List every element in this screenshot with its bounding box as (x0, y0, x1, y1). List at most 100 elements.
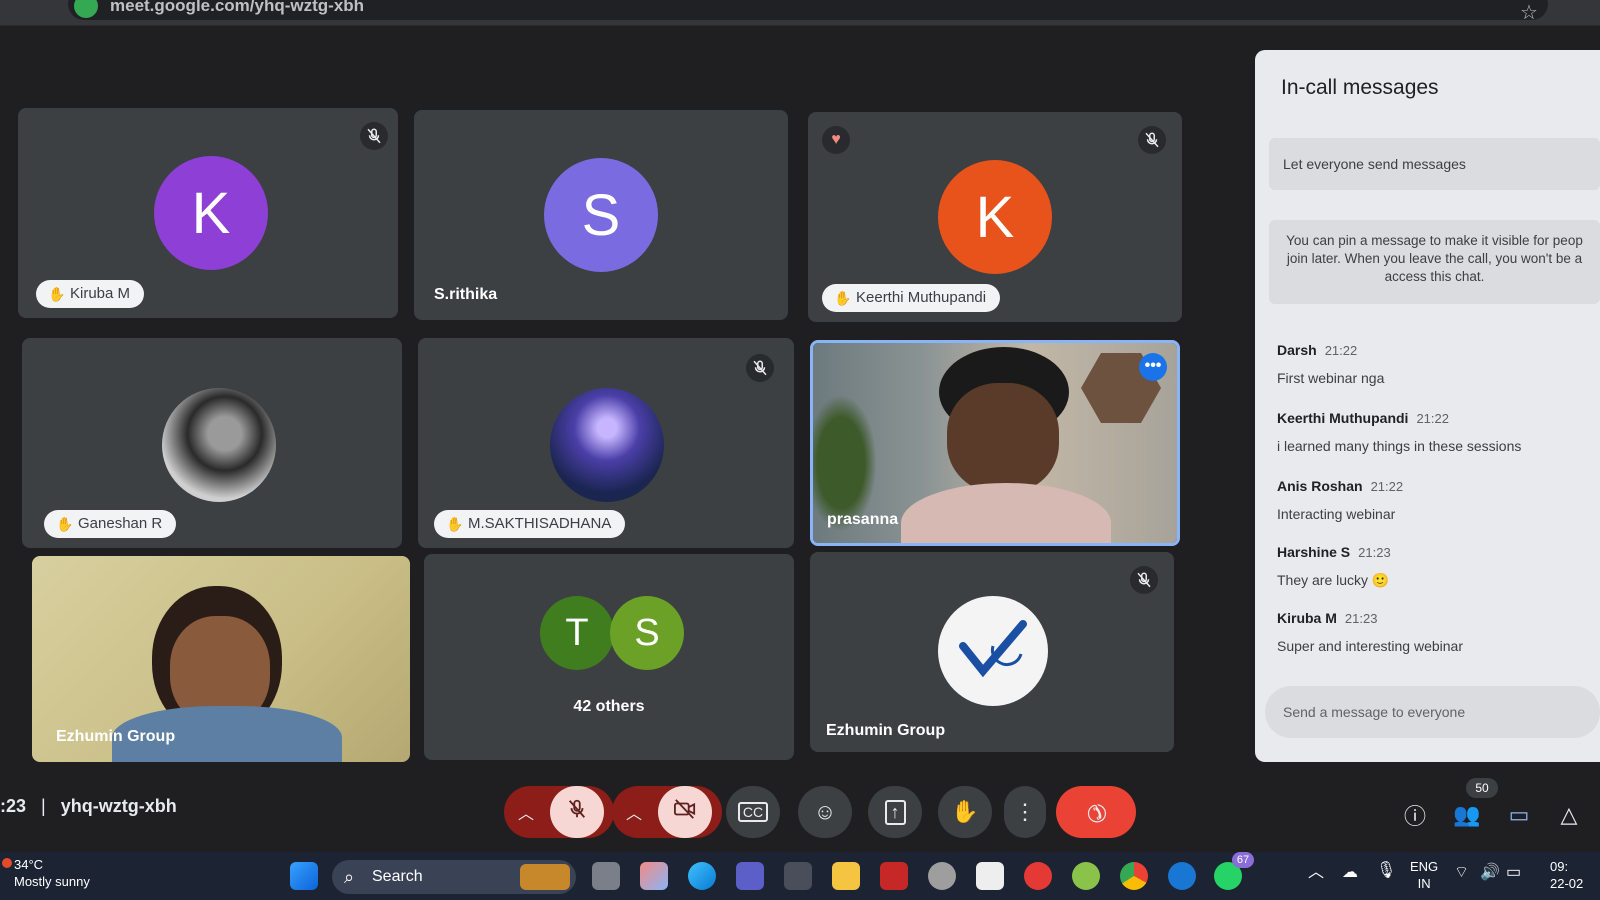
microsoft-store-icon[interactable] (784, 862, 812, 890)
message-sender: Darsh (1277, 342, 1317, 358)
raised-hand-icon: ✋ (834, 290, 852, 306)
teams-icon[interactable] (736, 862, 764, 890)
avatar: S (610, 596, 684, 670)
meeting-info-icon[interactable]: ⓘ (1400, 800, 1430, 830)
closed-captions-icon: CC (737, 802, 769, 822)
participant-tile-srithika[interactable]: S S.rithika (414, 110, 788, 320)
battery-icon[interactable]: ▭ (1506, 864, 1521, 881)
region-code: IN (1417, 876, 1431, 891)
raise-hand-button[interactable]: ✋ (938, 786, 992, 838)
message-sender: Keerthi Muthupandi (1277, 410, 1409, 426)
database-icon[interactable] (928, 862, 956, 890)
participant-tile-sakthisadhana[interactable]: ✋ M.SAKTHISADHANA (418, 338, 794, 548)
participant-name: M.SAKTHISADHANA (468, 515, 612, 532)
mic-off-icon (566, 798, 588, 826)
mic-off-icon (746, 354, 774, 382)
system-clock[interactable]: 09: 22-02 (1550, 858, 1583, 892)
captions-button[interactable]: CC (726, 786, 780, 838)
activities-icon[interactable]: △ (1554, 800, 1584, 830)
onedrive-icon[interactable]: ☁ (1342, 864, 1358, 881)
remote-desktop-icon[interactable] (976, 862, 1004, 890)
mic-off-icon (360, 122, 388, 150)
windows-start-icon[interactable] (290, 862, 318, 890)
weather-alert-badge (2, 858, 12, 868)
raise-hand-icon: ✋ (951, 799, 979, 824)
mic-off-icon (1138, 126, 1166, 154)
language-code: ENG (1410, 859, 1439, 874)
chat-message: Kiruba M 21:23 Super and interesting webi… (1277, 610, 1597, 654)
search-label: Search (372, 868, 423, 885)
wps-office-icon[interactable] (1024, 862, 1052, 890)
url-text[interactable]: meet.google.com/yhq-wztg-xbh (110, 0, 364, 16)
raised-hand-icon: ✋ (446, 516, 464, 532)
participant-tile-ezhumin-logo[interactable]: Ezhumin Group (810, 552, 1174, 752)
taskbar-search[interactable]: ⌕ Search (332, 860, 576, 894)
separator: | (41, 796, 46, 816)
app-icon[interactable] (1168, 862, 1196, 890)
profile-photo (550, 388, 664, 502)
present-screen-button[interactable]: ↑ (868, 786, 922, 838)
file-explorer-icon[interactable] (832, 862, 860, 890)
chat-message-input[interactable]: Send a message to everyone (1265, 686, 1600, 738)
people-icon[interactable]: 👥 (1452, 800, 1482, 830)
volume-icon[interactable]: 🔊 (1480, 864, 1500, 881)
message-text: Super and interesting webinar (1277, 638, 1464, 654)
avatar: T (540, 596, 614, 670)
more-horizontal-icon[interactable]: ••• (1139, 353, 1167, 381)
participant-tile-others[interactable]: T S 42 others (424, 554, 794, 760)
avatar: K (154, 156, 268, 270)
more-options-button[interactable]: ⋮ (1004, 786, 1046, 838)
task-view-icon[interactable] (592, 862, 620, 890)
message-sender: Harshine S (1277, 544, 1351, 560)
participant-name: S.rithika (434, 286, 498, 303)
end-call-icon: ✆ (1079, 795, 1113, 829)
participant-tile-ezhumin-camera[interactable]: Ezhumin Group (32, 556, 410, 762)
message-sender: Kiruba M (1277, 610, 1337, 626)
participant-tile-keerthi[interactable]: ♥ K ✋ Keerthi Muthupandi (808, 112, 1182, 322)
name-pill: ✋ M.SAKTHISADHANA (434, 510, 626, 538)
leave-call-button[interactable]: ✆ (1056, 786, 1136, 838)
others-count: 42 others (573, 698, 645, 715)
chat-icon[interactable]: ▭ (1504, 800, 1534, 830)
meeting-code: yhq-wztg-xbh (60, 796, 177, 816)
chat-title: In-call messages (1281, 76, 1439, 99)
name-pill: ✋ Ganeshan R (44, 510, 177, 538)
wifi-icon[interactable]: ⌔ (1454, 864, 1469, 881)
name-pill: ✋ Kiruba M (36, 280, 145, 308)
avatar: S (544, 158, 658, 272)
message-text: Interacting webinar (1277, 506, 1396, 522)
ezhumin-logo (938, 596, 1048, 706)
chrome-icon[interactable] (1120, 862, 1148, 890)
call-time: :23 (0, 796, 27, 816)
participant-name: Ganeshan R (78, 515, 163, 532)
clock-time: 09: (1550, 859, 1569, 874)
weather-widget[interactable]: 34°C Mostly sunny (2, 856, 90, 890)
browser-toolbar: meet.google.com/yhq-wztg-xbh ☆ (0, 0, 1600, 26)
antivirus-icon[interactable] (880, 862, 908, 890)
microphone-icon[interactable]: 🎙 (1376, 862, 1396, 879)
meeting-controls-bar: :23 | yhq-wztg-xbh ︿ ︿ CC ☺ ↑ ✋ ⋮ ✆ ⓘ 50… (0, 776, 1600, 852)
emoji-icon: ☺ (813, 799, 837, 824)
microphone-toggle-button[interactable] (550, 786, 604, 838)
participant-tile-prasanna[interactable]: ••• prasanna (810, 340, 1180, 546)
torrent-icon[interactable] (1072, 862, 1100, 890)
weather-condition: Mostly sunny (14, 874, 90, 889)
participant-name: Ezhumin Group (56, 728, 176, 745)
copilot-icon[interactable] (640, 862, 668, 890)
participant-tile-kiruba[interactable]: K ✋ Kiruba M (18, 108, 398, 318)
let-everyone-send-toggle[interactable]: Let everyone send messages (1269, 138, 1600, 190)
reactions-button[interactable]: ☺ (798, 786, 852, 838)
input-language[interactable]: ENG IN (1410, 858, 1438, 892)
chat-panel: In-call messages Let everyone send messa… (1255, 50, 1600, 762)
people-count-badge: 50 (1466, 778, 1498, 798)
chevron-up-icon[interactable]: ︿ (1308, 864, 1324, 881)
camera-toggle-button[interactable] (658, 786, 712, 838)
message-text: First webinar nga (1277, 370, 1385, 386)
profile-photo (162, 388, 276, 502)
message-time: 21:22 (1324, 343, 1358, 358)
participant-tile-ganeshan[interactable]: ✋ Ganeshan R (22, 338, 402, 548)
bookmark-star-icon[interactable]: ☆ (1520, 0, 1538, 25)
camera-off-icon (673, 798, 697, 826)
more-vertical-icon: ⋮ (1014, 799, 1036, 824)
edge-browser-icon[interactable] (688, 862, 716, 890)
